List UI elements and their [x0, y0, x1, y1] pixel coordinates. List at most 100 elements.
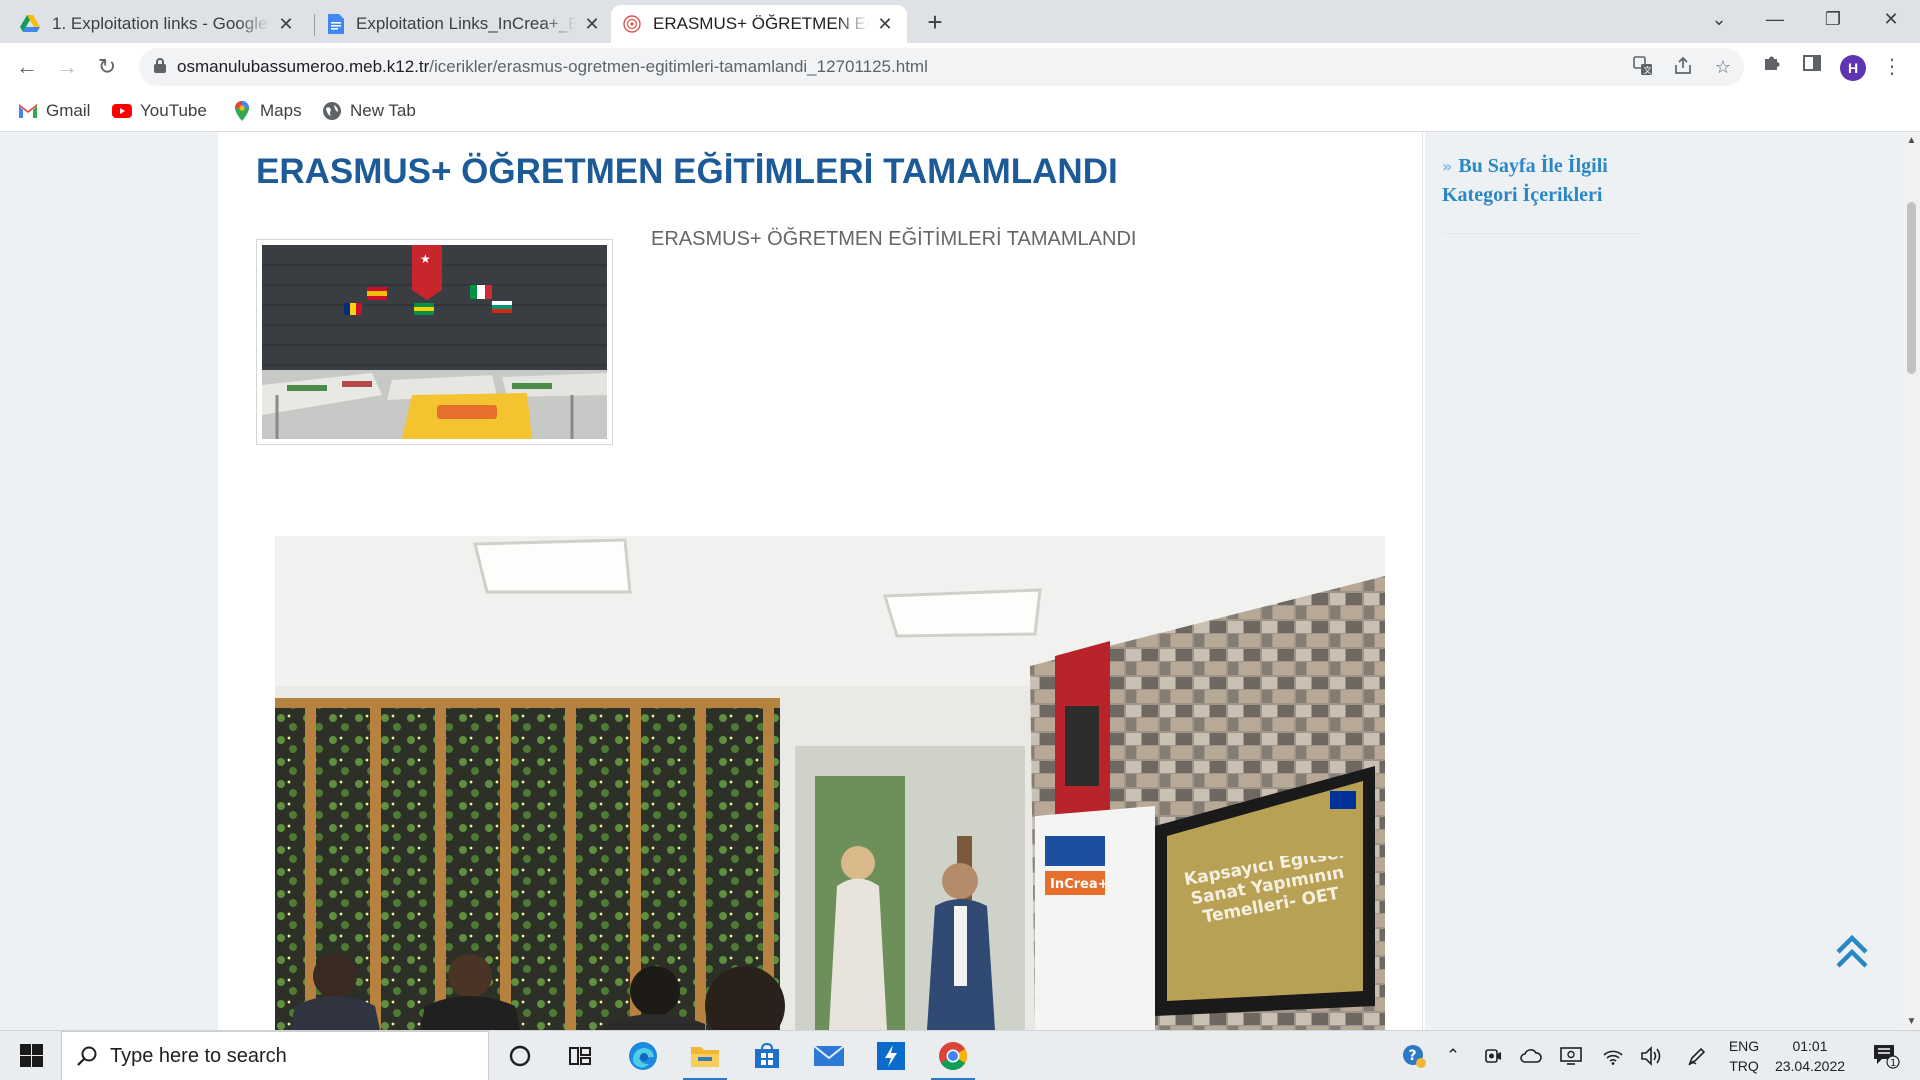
cortana-button[interactable]: [492, 1031, 548, 1080]
close-icon[interactable]: ✕: [276, 14, 296, 35]
google-drive-icon: [20, 15, 40, 32]
bookmark-label: Maps: [260, 101, 302, 120]
taskbar-search-box[interactable]: Type here to search: [61, 1031, 489, 1080]
maps-pin-icon: [235, 101, 249, 121]
folder-icon: [691, 1047, 719, 1067]
taskbar-microsoft-store[interactable]: [739, 1031, 795, 1080]
tab-separator: [314, 14, 315, 36]
svg-text:?: ?: [1409, 1048, 1417, 1064]
url-path: /icerikler/erasmus-ogretmen-egitimleri-t…: [429, 57, 928, 76]
close-icon[interactable]: ✕: [582, 14, 602, 35]
close-window-button[interactable]: ✕: [1868, 0, 1914, 40]
training-session-photo[interactable]: InCrea+ Kapsayıcı Eğitsel Sanat Yapımını…: [275, 536, 1385, 1030]
notification-icon: 1: [1874, 1045, 1900, 1069]
bookmarks-bar: Gmail YouTube Maps New Tab: [0, 91, 1920, 132]
side-panel-icon[interactable]: [1798, 53, 1826, 81]
extensions-icon[interactable]: [1758, 53, 1786, 81]
tray-overflow-chevron-icon[interactable]: ⌃: [1438, 1031, 1468, 1080]
windows-start-button[interactable]: [10, 1043, 50, 1069]
restore-button[interactable]: ❐: [1810, 0, 1856, 40]
lock-icon[interactable]: [153, 58, 167, 74]
taskbar-file-explorer[interactable]: [677, 1031, 733, 1080]
power-automate-icon: [877, 1042, 905, 1070]
google-docs-icon: [328, 14, 344, 34]
youtube-icon: [112, 104, 132, 118]
scroll-down-arrow-icon[interactable]: ▼: [1903, 1013, 1920, 1030]
task-view-button[interactable]: [552, 1031, 608, 1080]
page-viewport: ERASMUS+ ÖĞRETMEN EĞİTİMLERİ TAMAMLANDI …: [0, 132, 1903, 1030]
back-button[interactable]: ←: [9, 49, 45, 85]
translate-icon[interactable]: 文: [1631, 56, 1655, 80]
bookmark-maps[interactable]: Maps: [232, 99, 302, 123]
search-icon: [77, 1046, 97, 1066]
url-host: osmanulubassumeroo.meb.k12.tr: [177, 57, 430, 76]
clock-date: 23.04.2022: [1774, 1058, 1846, 1074]
mail-icon: [813, 1045, 845, 1066]
address-bar[interactable]: osmanulubassumeroo.meb.k12.tr/icerikler/…: [139, 48, 1744, 86]
presentation-slide-text: Kapsayıcı Eğitsel Sanat Yapımının Temell…: [1182, 856, 1346, 928]
reload-button[interactable]: ↻: [89, 49, 125, 85]
sidebar-heading[interactable]: » Bu Sayfa İle İlgili Kategori İçerikleri: [1442, 152, 1642, 234]
browser-toolbar: ← → ↻ osmanulubassumeroo.meb.k12.tr/icer…: [0, 43, 1920, 91]
bookmark-label: YouTube: [140, 101, 207, 120]
profile-avatar[interactable]: H: [1840, 55, 1866, 81]
bookmark-gmail[interactable]: Gmail: [18, 99, 90, 123]
cortana-icon: [509, 1045, 531, 1067]
bookmark-youtube[interactable]: YouTube: [112, 99, 207, 123]
tab-search-chevron-icon[interactable]: ⌄: [1696, 0, 1742, 40]
menu-kebab-icon[interactable]: ⋮: [1878, 53, 1906, 81]
training-session-image: InCrea+ Kapsayıcı Eğitsel Sanat Yapımını…: [275, 536, 1385, 1030]
store-icon: [755, 1042, 779, 1068]
tab-google-docs[interactable]: Exploitation Links_InCrea+_Erasmus ✕: [316, 5, 614, 43]
action-center-button[interactable]: 1: [1866, 1031, 1906, 1080]
chrome-icon: [939, 1042, 967, 1070]
help-tray-icon[interactable]: ?: [1398, 1031, 1430, 1080]
taskbar-power-automate[interactable]: [863, 1031, 919, 1080]
new-tab-button[interactable]: +: [920, 8, 950, 38]
tab-google-drive[interactable]: 1. Exploitation links - Google Drive ✕: [8, 5, 308, 43]
help-icon: ?: [1403, 1045, 1426, 1068]
taskbar-chrome[interactable]: [925, 1031, 981, 1080]
related-content-sidebar: » Bu Sayfa İle İlgili Kategori İçerikleri: [1442, 152, 1642, 234]
input-language-indicator[interactable]: ENG TRQ: [1722, 1036, 1766, 1076]
forward-button[interactable]: →: [49, 49, 85, 85]
article-column: ERASMUS+ ÖĞRETMEN EĞİTİMLERİ TAMAMLANDI …: [218, 132, 1423, 1030]
classroom-thumbnail-image: ★: [262, 245, 607, 439]
onedrive-cloud-icon[interactable]: [1516, 1031, 1546, 1080]
meet-now-icon[interactable]: [1478, 1031, 1508, 1080]
sidebar-heading-text: Bu Sayfa İle İlgili Kategori İçerikleri: [1442, 155, 1608, 206]
display-settings-icon[interactable]: [1556, 1031, 1586, 1080]
bookmark-new-tab[interactable]: New Tab: [322, 99, 416, 123]
taskbar-clock[interactable]: 01:01 23.04.2022: [1770, 1036, 1850, 1076]
page-content: ERASMUS+ ÖĞRETMEN EĞİTİMLERİ TAMAMLANDI …: [218, 132, 1642, 1030]
page-scrollbar[interactable]: ▲ ▼: [1903, 132, 1920, 1030]
tab-erasmus-active[interactable]: ERASMUS+ ÖĞRETMEN EĞİTİMLERİ TAMAMLANDI …: [611, 5, 907, 43]
tab-title: Exploitation Links_InCrea+_Erasmus: [356, 14, 576, 33]
share-icon[interactable]: [1671, 56, 1695, 80]
article-thumbnail[interactable]: ★: [256, 239, 613, 445]
globe-icon: [323, 102, 341, 120]
svg-text:★: ★: [420, 252, 431, 266]
scroll-up-arrow-icon[interactable]: ▲: [1903, 132, 1920, 149]
keyboard-layout-code: TRQ: [1729, 1058, 1759, 1074]
taskbar-mail[interactable]: [801, 1031, 857, 1080]
url-text[interactable]: osmanulubassumeroo.meb.k12.tr/icerikler/…: [177, 57, 928, 77]
svg-text:文: 文: [1644, 65, 1652, 75]
scroll-to-top-button[interactable]: [1832, 932, 1872, 972]
wifi-icon[interactable]: [1598, 1031, 1628, 1080]
close-icon[interactable]: ✕: [875, 14, 895, 35]
minimize-button[interactable]: —: [1752, 0, 1798, 40]
bookmark-star-icon[interactable]: ☆: [1711, 56, 1735, 80]
scrollbar-thumb[interactable]: [1907, 202, 1916, 374]
bookmark-label: New Tab: [350, 101, 416, 120]
site-favicon-icon: [623, 15, 641, 33]
article-summary: ERASMUS+ ÖĞRETMEN EĞİTİMLERİ TAMAMLANDI: [651, 228, 1137, 250]
windows-taskbar: Type here to search ? ⌃ ENG TRQ 01:01 23…: [0, 1030, 1920, 1080]
tab-strip: 1. Exploitation links - Google Drive ✕ E…: [0, 0, 1920, 43]
task-view-icon: [569, 1047, 591, 1065]
taskbar-edge[interactable]: [615, 1031, 671, 1080]
search-placeholder: Type here to search: [110, 1045, 287, 1067]
bookmark-label: Gmail: [46, 101, 91, 120]
volume-speaker-icon[interactable]: [1636, 1031, 1666, 1080]
pen-workspace-icon[interactable]: [1682, 1031, 1712, 1080]
